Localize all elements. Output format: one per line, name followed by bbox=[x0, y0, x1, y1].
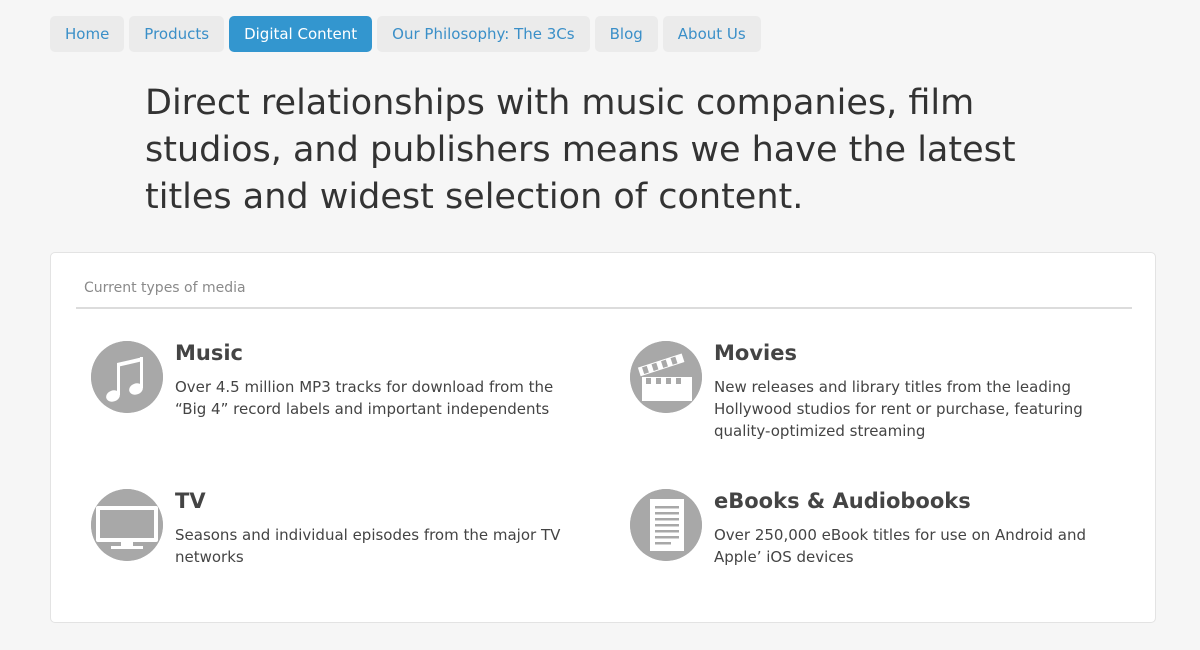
nav-digital-content[interactable]: Digital Content bbox=[229, 16, 373, 52]
nav-blog[interactable]: Blog bbox=[594, 16, 658, 52]
media-title: TV bbox=[175, 489, 206, 513]
nav-home[interactable]: Home bbox=[50, 16, 125, 52]
tv-icon bbox=[91, 489, 163, 561]
book-icon bbox=[630, 489, 702, 561]
nav-about-us[interactable]: About Us bbox=[662, 16, 761, 52]
panel-title: Current types of media bbox=[84, 280, 246, 296]
nav-products[interactable]: Products bbox=[129, 16, 225, 52]
media-description: New releases and library titles from the… bbox=[714, 378, 1083, 440]
media-description: Over 250,000 eBook titles for use on And… bbox=[714, 526, 1087, 566]
panel-divider bbox=[76, 307, 1132, 309]
media-title: eBooks & Audiobooks bbox=[714, 489, 971, 513]
media-title: Music bbox=[175, 341, 243, 365]
media-types-panel: Current types of media Music Over 4.5 mi… bbox=[50, 252, 1156, 623]
main-nav: Home Products Digital Content Our Philos… bbox=[50, 16, 761, 52]
media-description: Seasons and individual episodes from the… bbox=[175, 526, 561, 566]
clapperboard-icon bbox=[630, 341, 702, 413]
music-note-icon bbox=[91, 341, 163, 413]
page-headline: Direct relationships with music companie… bbox=[145, 83, 1016, 217]
nav-our-philosophy[interactable]: Our Philosophy: The 3Cs bbox=[377, 16, 590, 52]
media-title: Movies bbox=[714, 341, 797, 365]
media-description: Over 4.5 million MP3 tracks for download… bbox=[175, 378, 554, 418]
